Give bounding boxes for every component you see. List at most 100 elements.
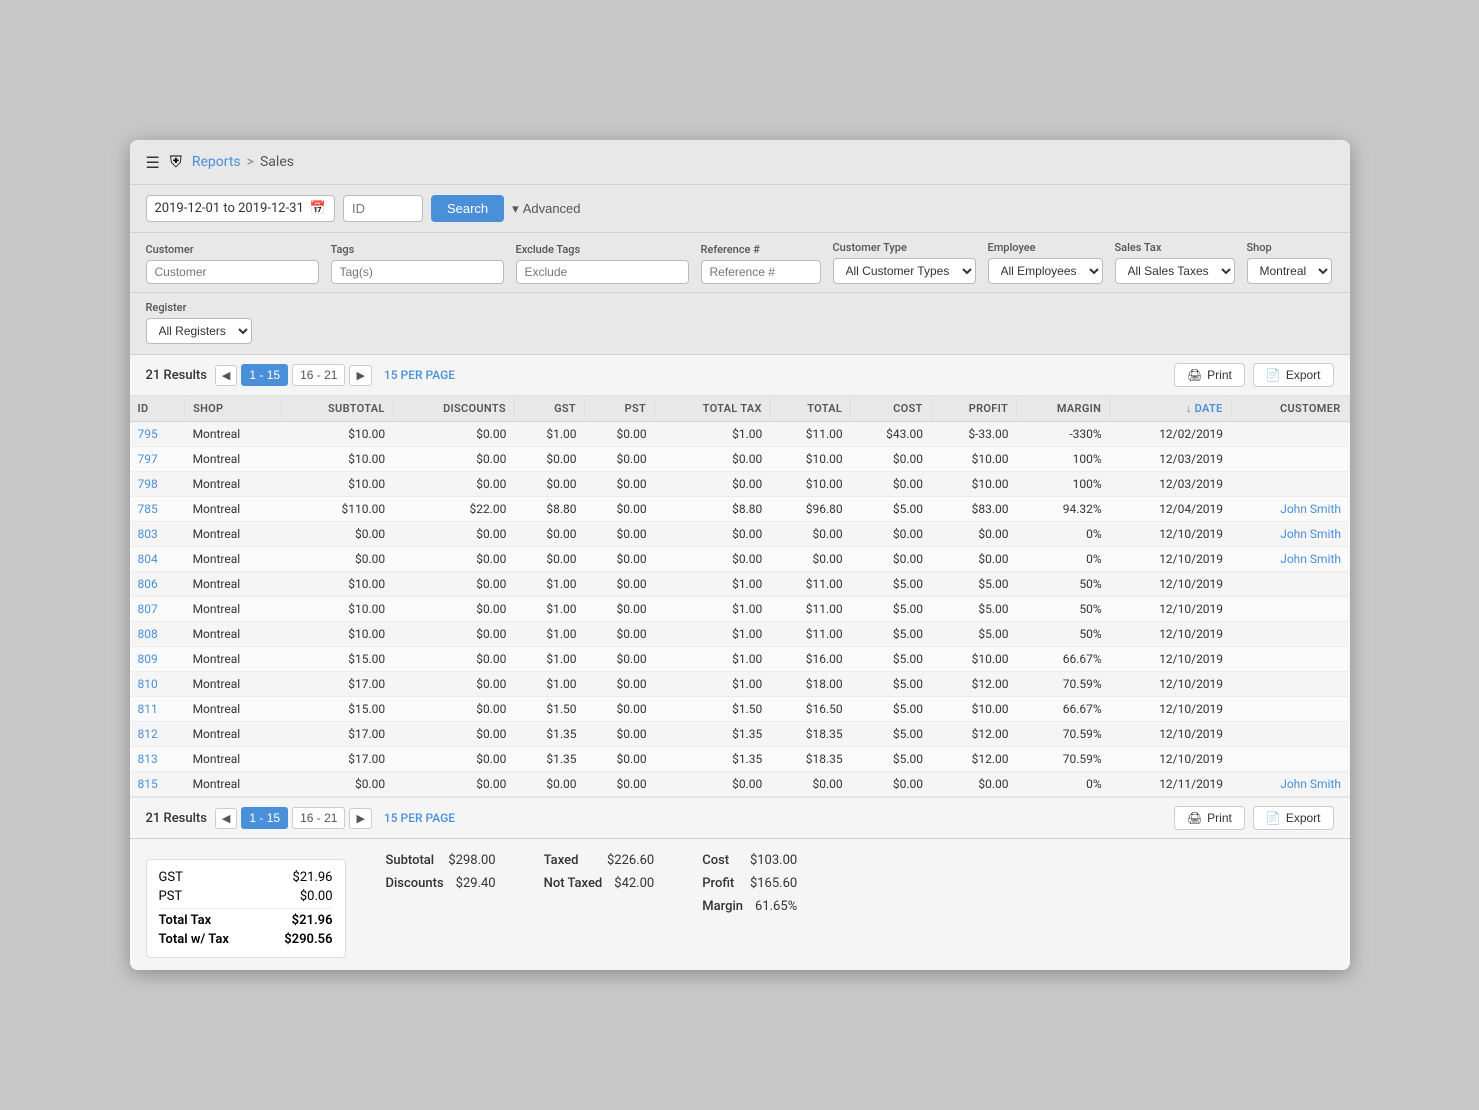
id-cell[interactable]: 803 bbox=[130, 522, 185, 547]
customer-cell[interactable]: John Smith bbox=[1231, 497, 1349, 522]
page-1-15-button[interactable]: 1 - 15 bbox=[241, 364, 288, 386]
id-cell[interactable]: 810 bbox=[130, 672, 185, 697]
table-cell: $5.00 bbox=[931, 572, 1016, 597]
employee-label: Employee bbox=[988, 241, 1103, 254]
table-row: 811Montreal$15.00$0.00$1.50$0.00$1.50$16… bbox=[130, 697, 1350, 722]
prev-page-button-bottom[interactable]: ◀ bbox=[215, 808, 237, 829]
summary-left: GST $21.96 PST $0.00 Total Tax $21.96 bbox=[146, 851, 346, 958]
filters-row1: Customer Tags Exclude Tags Reference # C… bbox=[130, 233, 1350, 293]
page-16-21-button[interactable]: 16 - 21 bbox=[292, 364, 345, 386]
table-cell: 0% bbox=[1017, 522, 1110, 547]
table-cell: $0.00 bbox=[584, 747, 654, 772]
customer-type-select[interactable]: All Customer Types bbox=[833, 258, 976, 284]
id-cell[interactable]: 806 bbox=[130, 572, 185, 597]
page-16-21-button-bottom[interactable]: 16 - 21 bbox=[292, 807, 345, 829]
table-cell: $0.00 bbox=[584, 697, 654, 722]
filter-employee: Employee All Employees bbox=[988, 241, 1103, 284]
customer-input[interactable] bbox=[146, 260, 319, 284]
next-page-button-bottom[interactable]: ▶ bbox=[349, 808, 371, 829]
table-cell: $18.35 bbox=[770, 747, 850, 772]
id-cell[interactable]: 809 bbox=[130, 647, 185, 672]
not-taxed-summary: Not Taxed $42.00 bbox=[544, 874, 663, 893]
print-button-bottom[interactable]: 🖨 Print bbox=[1174, 806, 1245, 830]
col-date: ↓ DATE bbox=[1110, 396, 1231, 422]
print-label-bottom: Print bbox=[1207, 811, 1232, 825]
reference-input[interactable] bbox=[701, 260, 821, 284]
col-cost: COST bbox=[851, 396, 931, 422]
table-header-row: ID SHOP SUBTOTAL DISCOUNTS GST PST TOTAL… bbox=[130, 396, 1350, 422]
summary-section: GST $21.96 PST $0.00 Total Tax $21.96 bbox=[130, 838, 1350, 970]
table-cell: $10.00 bbox=[931, 697, 1016, 722]
print-button-top[interactable]: 🖨 Print bbox=[1174, 363, 1245, 387]
export-button-top[interactable]: 📄 Export bbox=[1253, 363, 1334, 387]
id-cell[interactable]: 813 bbox=[130, 747, 185, 772]
tags-input[interactable] bbox=[331, 260, 504, 284]
table-cell: $1.35 bbox=[514, 747, 584, 772]
table-cell: 12/11/2019 bbox=[1110, 772, 1231, 797]
table-cell: $0.00 bbox=[393, 472, 514, 497]
employee-select[interactable]: All Employees bbox=[988, 258, 1103, 284]
page-1-15-button-bottom[interactable]: 1 - 15 bbox=[241, 807, 288, 829]
table-cell: $0.00 bbox=[851, 522, 931, 547]
export-button-bottom[interactable]: 📄 Export bbox=[1253, 806, 1334, 830]
id-cell[interactable]: 807 bbox=[130, 597, 185, 622]
table-cell: Montreal bbox=[185, 722, 282, 747]
customer-cell[interactable]: John Smith bbox=[1231, 522, 1349, 547]
register-label: Register bbox=[146, 301, 252, 314]
table-cell: $1.00 bbox=[514, 422, 584, 447]
exclude-tags-input[interactable] bbox=[516, 260, 689, 284]
table-cell: $0.00 bbox=[851, 447, 931, 472]
total-wtax-row: Total w/ Tax $290.56 bbox=[159, 930, 333, 949]
filter-customer: Customer bbox=[146, 243, 319, 284]
id-cell[interactable]: 811 bbox=[130, 697, 185, 722]
shop-select[interactable]: Montreal bbox=[1247, 258, 1332, 284]
next-page-button[interactable]: ▶ bbox=[349, 365, 371, 386]
table-row: 797Montreal$10.00$0.00$0.00$0.00$0.00$10… bbox=[130, 447, 1350, 472]
id-cell[interactable]: 812 bbox=[130, 722, 185, 747]
id-cell[interactable]: 808 bbox=[130, 622, 185, 647]
table-cell: $0.00 bbox=[851, 772, 931, 797]
pagination-bottom: ◀ 1 - 15 16 - 21 ▶ bbox=[215, 807, 372, 829]
table-cell bbox=[1231, 697, 1349, 722]
id-cell[interactable]: 795 bbox=[130, 422, 185, 447]
id-cell[interactable]: 804 bbox=[130, 547, 185, 572]
breadcrumb-reports[interactable]: Reports bbox=[192, 154, 241, 170]
table-cell: $0.00 bbox=[393, 772, 514, 797]
table-cell: $15.00 bbox=[281, 647, 393, 672]
table-cell: $10.00 bbox=[931, 647, 1016, 672]
table-cell: $1.50 bbox=[655, 697, 771, 722]
customer-cell[interactable]: John Smith bbox=[1231, 547, 1349, 572]
id-cell[interactable]: 797 bbox=[130, 447, 185, 472]
table-cell: Montreal bbox=[185, 647, 282, 672]
customer-cell[interactable]: John Smith bbox=[1231, 772, 1349, 797]
table-cell: 12/10/2019 bbox=[1110, 522, 1231, 547]
id-input[interactable] bbox=[343, 195, 423, 222]
table-cell: $1.50 bbox=[514, 697, 584, 722]
register-select[interactable]: All Registers bbox=[146, 318, 252, 344]
search-button[interactable]: Search bbox=[431, 195, 504, 222]
id-cell[interactable]: 815 bbox=[130, 772, 185, 797]
col-shop: SHOP bbox=[185, 396, 282, 422]
table-cell: $5.00 bbox=[851, 497, 931, 522]
table-cell: $11.00 bbox=[770, 572, 850, 597]
date-range-input[interactable]: 2019-12-01 to 2019-12-31 📅 bbox=[146, 195, 335, 222]
table-cell: $0.00 bbox=[514, 447, 584, 472]
profit-summary: Profit $165.60 bbox=[702, 874, 805, 893]
table-cell: $1.35 bbox=[514, 722, 584, 747]
export-icon: 📄 bbox=[1266, 368, 1281, 382]
advanced-button[interactable]: ▾ Advanced bbox=[512, 201, 580, 217]
id-cell[interactable]: 798 bbox=[130, 472, 185, 497]
table-cell: 0% bbox=[1017, 772, 1110, 797]
table-cell: $5.00 bbox=[851, 722, 931, 747]
sales-tax-select[interactable]: All Sales Taxes bbox=[1115, 258, 1235, 284]
table-cell: $96.80 bbox=[770, 497, 850, 522]
id-cell[interactable]: 785 bbox=[130, 497, 185, 522]
table-cell: $0.00 bbox=[393, 572, 514, 597]
table-cell: $5.00 bbox=[851, 597, 931, 622]
prev-page-button[interactable]: ◀ bbox=[215, 365, 237, 386]
margin-label: Margin bbox=[702, 899, 743, 914]
reference-label: Reference # bbox=[701, 243, 821, 256]
menu-icon[interactable]: ☰ bbox=[146, 153, 160, 172]
table-cell: $1.00 bbox=[655, 647, 771, 672]
table-cell: 12/10/2019 bbox=[1110, 722, 1231, 747]
